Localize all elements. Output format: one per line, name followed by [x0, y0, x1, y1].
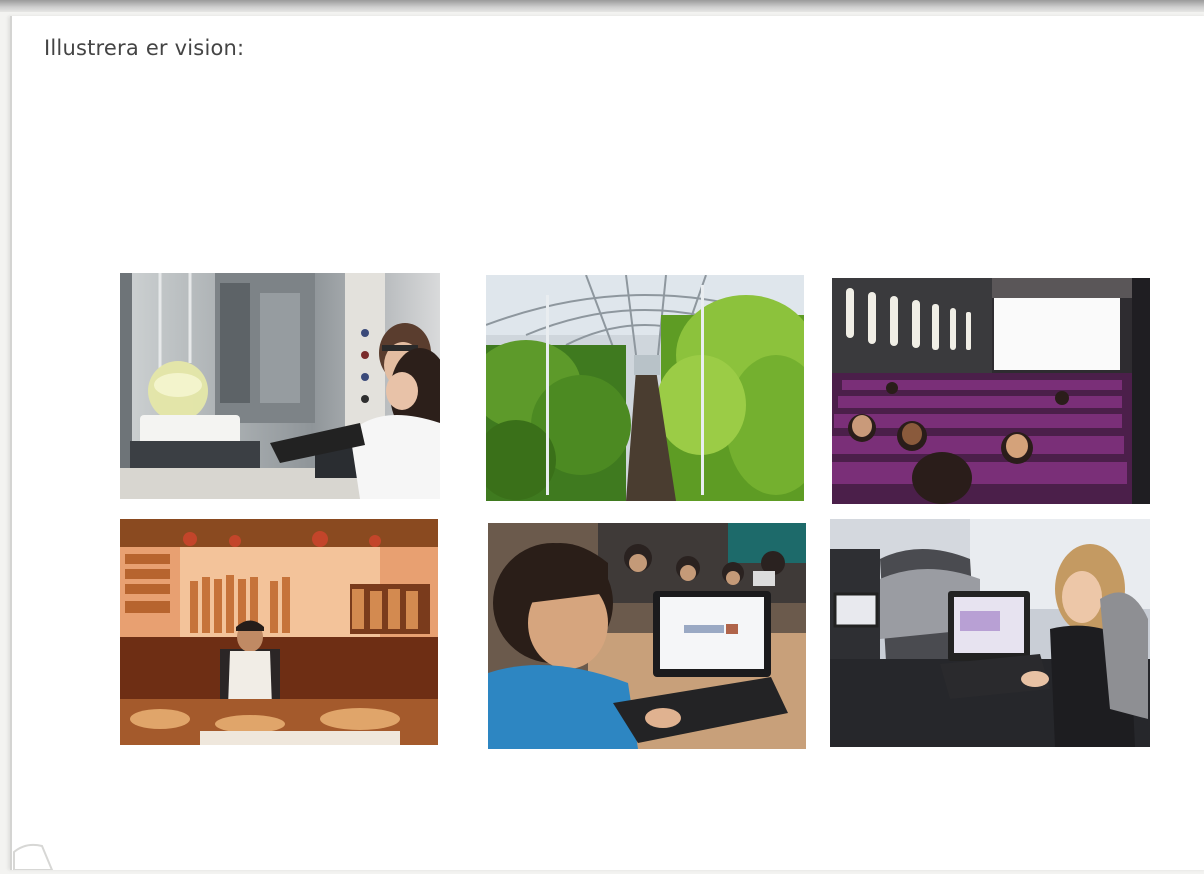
photo-lecture-hall: [832, 278, 1150, 504]
scan-top-edge: [0, 0, 1204, 12]
photo-train-laptop: [830, 519, 1150, 747]
photo-greenhouse: [486, 275, 804, 501]
document-page: Illustrera er vision:: [10, 16, 1204, 871]
photo-laboratory: [120, 273, 440, 499]
page-heading: Illustrera er vision:: [44, 36, 245, 60]
page-corner-mark: [12, 840, 58, 871]
photo-student-laptop: [488, 523, 806, 749]
photo-bakery: [120, 519, 438, 745]
